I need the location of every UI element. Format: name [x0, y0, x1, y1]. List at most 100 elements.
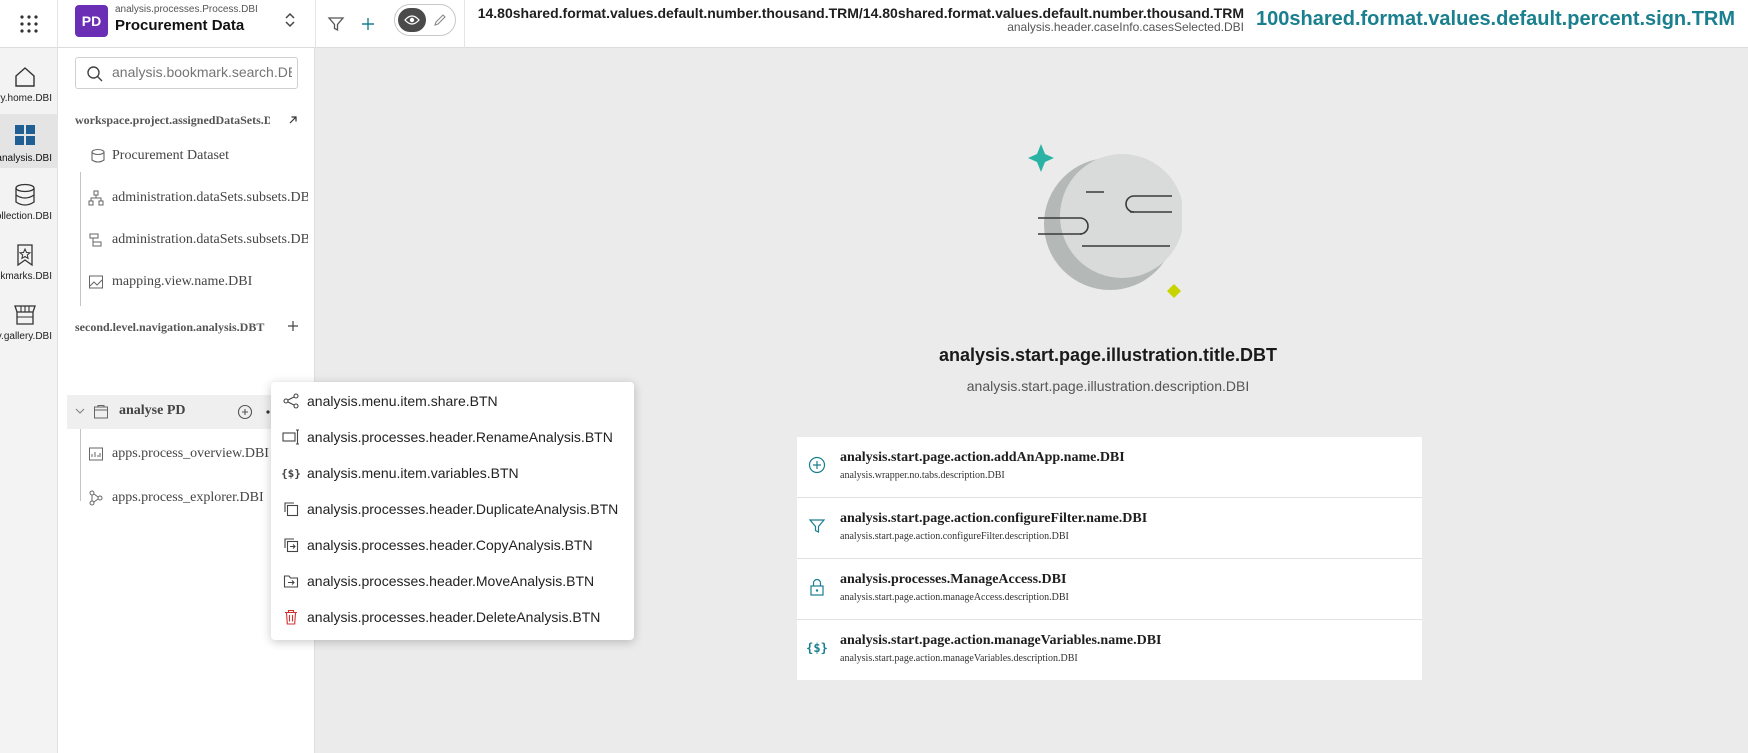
- tree-item-mapping[interactable]: mapping.view.name.DBI: [68, 266, 308, 298]
- rail-item-home[interactable]: ation.entry.home.DBI: [0, 56, 58, 106]
- filter-icon: [808, 517, 826, 535]
- search-box[interactable]: [75, 57, 298, 89]
- add-circle-icon: [808, 456, 826, 474]
- add-app-button[interactable]: [235, 402, 255, 422]
- action-name: analysis.start.page.action.configureFilt…: [840, 511, 1148, 526]
- delete-icon: [282, 608, 300, 626]
- action-manage-variables[interactable]: {$} analysis.start.page.action.manageVar…: [797, 620, 1422, 681]
- top-bar: PD analysis.processes.Process.DBI Procur…: [0, 0, 1748, 48]
- bookmark-star-icon: [12, 242, 38, 268]
- case-info[interactable]: 14.80shared.format.values.default.number…: [464, 0, 1246, 48]
- datasets-section-header: workspace.project.assignedDataSets.DBT: [75, 113, 270, 127]
- cases-count: 14.80shared.format.values.default.number…: [477, 5, 1244, 21]
- filter-icon: [327, 17, 345, 32]
- menu-item-label: analysis.processes.header.DeleteAnalysis…: [307, 609, 601, 625]
- process-badge: PD: [75, 5, 108, 37]
- search-input[interactable]: [112, 64, 292, 80]
- add-filter-button[interactable]: [352, 0, 384, 48]
- menu-item-delete[interactable]: analysis.processes.header.DeleteAnalysis…: [271, 599, 634, 635]
- menu-item-duplicate[interactable]: analysis.processes.header.DuplicateAnaly…: [271, 491, 634, 527]
- menu-item-label: analysis.processes.header.CopyAnalysis.B…: [307, 537, 593, 553]
- menu-item-variables[interactable]: {$} analysis.menu.item.variables.BTN: [271, 455, 634, 491]
- action-description: analysis.start.page.action.manageAccess.…: [840, 592, 1069, 603]
- view-mode-button[interactable]: [398, 8, 426, 32]
- edit-mode-button[interactable]: [427, 8, 453, 32]
- tree-item-dataset[interactable]: Procurement Dataset: [68, 140, 308, 172]
- rail-item-gallery[interactable]: ation.entry.gallery.DBI: [0, 294, 58, 344]
- search-icon: [87, 66, 103, 82]
- move-icon: [282, 572, 300, 590]
- menu-item-share[interactable]: analysis.menu.item.share.BTN: [271, 383, 634, 419]
- chevron-down-icon: [75, 408, 85, 414]
- process-graph-icon: [89, 490, 103, 506]
- share-icon: [282, 392, 300, 410]
- page-title: analysis.start.page.illustration.title.D…: [938, 345, 1278, 365]
- image-icon: [89, 275, 103, 289]
- rename-icon: [282, 428, 300, 446]
- cases-label: analysis.header.caseInfo.casesSelected.D…: [1007, 20, 1244, 34]
- home-icon: [12, 64, 38, 90]
- menu-item-label: analysis.processes.header.DuplicateAnaly…: [307, 501, 619, 517]
- menu-item-copy[interactable]: analysis.processes.header.CopyAnalysis.B…: [271, 527, 634, 563]
- rail-label: ion.entry.bookmarks.DBI: [0, 271, 52, 282]
- rail-item-bookmarks[interactable]: ion.entry.bookmarks.DBI: [0, 234, 58, 284]
- folder-icon: [94, 405, 108, 419]
- action-description: analysis.start.page.action.manageVariabl…: [840, 653, 1078, 664]
- action-name: analysis.start.page.action.manageVariabl…: [840, 633, 1162, 648]
- app-launcher-button[interactable]: [0, 0, 58, 48]
- view-edit-toggle[interactable]: [394, 4, 456, 36]
- action-description: analysis.wrapper.no.tabs.description.DBI: [840, 470, 1005, 481]
- rail-label: n.entry.dataCollection.DBI: [0, 211, 52, 222]
- process-title: Procurement Data: [115, 17, 245, 34]
- rail-label: ation.entry.gallery.DBI: [0, 331, 52, 342]
- add-circle-icon: [237, 404, 253, 420]
- menu-item-label: analysis.processes.header.MoveAnalysis.B…: [307, 573, 595, 589]
- menu-item-label: analysis.menu.item.variables.BTN: [307, 465, 519, 481]
- duplicate-icon: [282, 500, 300, 518]
- open-datasets-button[interactable]: [282, 109, 304, 131]
- database-icon: [91, 148, 105, 163]
- action-name: analysis.processes.ManageAccess.DBI: [840, 572, 1067, 587]
- eye-icon: [404, 15, 420, 25]
- tree-item-subset[interactable]: administration.dataSets.subsets.DBI: [68, 182, 308, 214]
- chevron-up-down-icon: [285, 12, 295, 28]
- menu-item-move[interactable]: analysis.processes.header.MoveAnalysis.B…: [271, 563, 634, 599]
- filter-button[interactable]: [320, 0, 352, 48]
- action-add-app[interactable]: analysis.start.page.action.addAnApp.name…: [797, 437, 1422, 498]
- rail-item-data-collection[interactable]: n.entry.dataCollection.DBI: [0, 174, 58, 224]
- rail-label: ation.entry.home.DBI: [0, 93, 52, 104]
- action-manage-access[interactable]: analysis.processes.ManageAccess.DBI anal…: [797, 559, 1422, 620]
- tree-item-label: mapping.view.name.DBI: [112, 274, 253, 289]
- variables-icon: {$}: [806, 641, 828, 655]
- process-subtitle: analysis.processes.Process.DBI: [115, 4, 258, 15]
- page-description: analysis.start.page.illustration.descrip…: [966, 378, 1250, 394]
- tree-item-label: administration.dataSets.subsets.DBI: [112, 190, 308, 205]
- copy-icon: [282, 536, 300, 554]
- tree-item-subset[interactable]: administration.dataSets.subsets.DBI: [68, 224, 308, 256]
- pencil-icon: [434, 14, 446, 26]
- rail-item-analysis[interactable]: ation.entry.analysis.DBI: [0, 114, 58, 168]
- action-name: analysis.start.page.action.addAnApp.name…: [840, 450, 1125, 465]
- empty-state-illustration: [1028, 144, 1182, 298]
- database-icon: [12, 182, 38, 208]
- action-description: analysis.start.page.action.configureFilt…: [840, 531, 1069, 542]
- dashboard-icon: [12, 122, 38, 148]
- tree-item-label: apps.process_overview.DBI: [112, 446, 269, 461]
- process-switcher[interactable]: PD analysis.processes.Process.DBI Procur…: [58, 0, 316, 48]
- cases-percent: 100shared.format.values.default.percent.…: [1256, 8, 1736, 30]
- menu-item-rename[interactable]: analysis.processes.header.RenameAnalysis…: [271, 419, 634, 455]
- rail-label: ation.entry.analysis.DBI: [0, 153, 52, 164]
- chart-icon: [89, 447, 103, 461]
- plus-icon: [288, 321, 298, 331]
- add-analysis-button[interactable]: [282, 315, 304, 337]
- gallery-icon: [12, 302, 38, 328]
- action-list: analysis.start.page.action.addAnApp.name…: [797, 437, 1422, 680]
- tree-item-label: administration.dataSets.subsets.DBI: [112, 232, 308, 247]
- analysis-name: analyse PD: [119, 403, 186, 418]
- layers-icon: [89, 233, 102, 247]
- variables-icon: {$}: [281, 466, 301, 480]
- menu-item-label: analysis.processes.header.RenameAnalysis…: [307, 429, 613, 445]
- plus-icon: [362, 18, 374, 30]
- action-configure-filter[interactable]: analysis.start.page.action.configureFilt…: [797, 498, 1422, 559]
- analysis-section-header: second.level.navigation.analysis.DBT: [75, 320, 265, 334]
